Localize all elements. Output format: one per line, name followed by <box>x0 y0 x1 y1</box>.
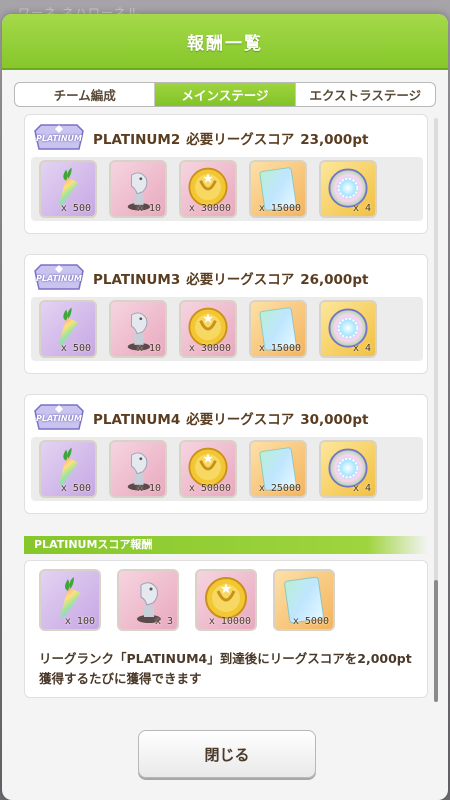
platinum-badge-text: PLATINUM <box>36 134 82 143</box>
reward-item[interactable]: x 15000 <box>249 300 307 358</box>
tab-extra-stage[interactable]: エクストラステージ <box>296 83 435 106</box>
rank-rank-label: PLATINUM2 <box>93 132 181 148</box>
reward-quantity: x 5000 <box>292 616 329 627</box>
rank-title: PLATINUM4 必要リーグスコア 30,000pt <box>93 408 374 428</box>
rank-card-header: PLATINUM PLATINUM2 必要リーグスコア 23,000pt <box>31 123 374 153</box>
score-reward-header: PLATINUMスコア報酬 <box>24 536 428 554</box>
reward-quantity: x 4 <box>352 343 371 354</box>
rank-title: PLATINUM3 必要リーグスコア 26,000pt <box>93 268 374 288</box>
platinum-badge-text: PLATINUM <box>36 274 82 283</box>
reward-item[interactable]: x 10000 <box>195 569 257 631</box>
reward-quantity: x 500 <box>60 203 91 214</box>
reward-item[interactable]: x 25000 <box>249 440 307 498</box>
dialog-title: 報酬一覧 <box>187 33 263 54</box>
rank-title: PLATINUM2 必要リーグスコア 23,000pt <box>93 128 374 148</box>
reward-quantity: x 30000 <box>188 343 231 354</box>
reward-quantity: x 3 <box>154 616 173 627</box>
rank-card-header: PLATINUM PLATINUM3 必要リーグスコア 26,000pt <box>31 263 374 293</box>
reward-item[interactable]: x 500 <box>39 160 97 218</box>
reward-item[interactable]: x 4 <box>319 300 377 358</box>
reward-quantity: x 10 <box>136 203 161 214</box>
reward-item[interactable]: x 3 <box>117 569 179 631</box>
reward-item[interactable]: x 4 <box>319 160 377 218</box>
platinum-badge-icon: PLATINUM <box>31 123 87 153</box>
reward-quantity: x 10000 <box>208 616 251 627</box>
reward-item[interactable]: x 50000 <box>179 440 237 498</box>
dialog-header: 報酬一覧 <box>2 14 448 70</box>
scroll-thumb[interactable] <box>434 580 438 702</box>
rank-rank-label: PLATINUM4 <box>93 412 181 428</box>
rank-rank-label: PLATINUM3 <box>93 272 181 288</box>
reward-quantity: x 500 <box>60 483 91 494</box>
reward-item[interactable]: x 10 <box>109 440 167 498</box>
reward-quantity: x 50000 <box>188 483 231 494</box>
reward-quantity: x 100 <box>64 616 95 627</box>
reward-item[interactable]: x 100 <box>39 569 101 631</box>
platinum-badge-icon: PLATINUM <box>31 263 87 293</box>
score-reward-card: x 100 x 3 x 10000 x 5000 リーグランク「PLATINUM4」到… <box>24 560 428 698</box>
close-button[interactable]: 閉じる <box>138 730 316 778</box>
reward-list[interactable]: PLATINUM PLATINUM2 必要リーグスコア 23,000pt x 500 x … <box>14 114 436 704</box>
reward-item[interactable]: x 30000 <box>179 160 237 218</box>
reward-quantity: x 4 <box>352 203 371 214</box>
tab-team-formation[interactable]: チーム編成 <box>15 83 156 106</box>
reward-item[interactable]: x 10 <box>109 300 167 358</box>
rank-score: 26,000pt <box>300 272 369 288</box>
reward-item[interactable]: x 500 <box>39 440 97 498</box>
reward-item[interactable]: x 4 <box>319 440 377 498</box>
reward-quantity: x 10 <box>136 483 161 494</box>
scrollbar[interactable] <box>434 118 438 702</box>
reward-quantity: x 4 <box>352 483 371 494</box>
reward-item[interactable]: x 10 <box>109 160 167 218</box>
rank-score: 30,000pt <box>300 412 369 428</box>
reward-items-strip: x 500 x 10 x 30000 x 15000 x 4 <box>31 157 423 221</box>
rank-requirement: 必要リーグスコア <box>186 132 295 148</box>
rank-reward-card: PLATINUM PLATINUM4 必要リーグスコア 30,000pt x 500 x … <box>24 394 428 514</box>
reward-quantity: x 15000 <box>258 343 301 354</box>
rank-score: 23,000pt <box>300 132 369 148</box>
rank-reward-card: PLATINUM PLATINUM3 必要リーグスコア 26,000pt x 500 x … <box>24 254 428 374</box>
platinum-badge-icon: PLATINUM <box>31 403 87 433</box>
rank-card-header: PLATINUM PLATINUM4 必要リーグスコア 30,000pt <box>31 403 374 433</box>
reward-quantity: x 15000 <box>258 203 301 214</box>
rank-requirement: 必要リーグスコア <box>186 412 295 428</box>
rewards-dialog: 報酬一覧 チーム編成 メインステージ エクストラステージ PLATINUM PLA… <box>2 14 448 800</box>
reward-items-strip: x 500 x 10 x 30000 x 15000 x 4 <box>31 297 423 361</box>
reward-quantity: x 500 <box>60 343 91 354</box>
reward-quantity: x 10 <box>136 343 161 354</box>
tab-main-stage[interactable]: メインステージ <box>155 83 296 106</box>
platinum-badge-text: PLATINUM <box>36 414 82 423</box>
reward-quantity: x 25000 <box>258 483 301 494</box>
reward-item[interactable]: x 500 <box>39 300 97 358</box>
reward-item[interactable]: x 5000 <box>273 569 335 631</box>
rank-requirement: 必要リーグスコア <box>186 272 295 288</box>
reward-item[interactable]: x 15000 <box>249 160 307 218</box>
reward-items-strip: x 500 x 10 x 50000 x 25000 x 4 <box>31 437 423 501</box>
rank-reward-card: PLATINUM PLATINUM2 必要リーグスコア 23,000pt x 500 x … <box>24 114 428 234</box>
reward-item[interactable]: x 30000 <box>179 300 237 358</box>
reward-quantity: x 30000 <box>188 203 231 214</box>
tab-bar: チーム編成 メインステージ エクストラステージ <box>14 82 436 107</box>
score-reward-description: リーグランク「PLATINUM4」到達後にリーグスコアを2,000pt獲得するた… <box>39 651 412 686</box>
